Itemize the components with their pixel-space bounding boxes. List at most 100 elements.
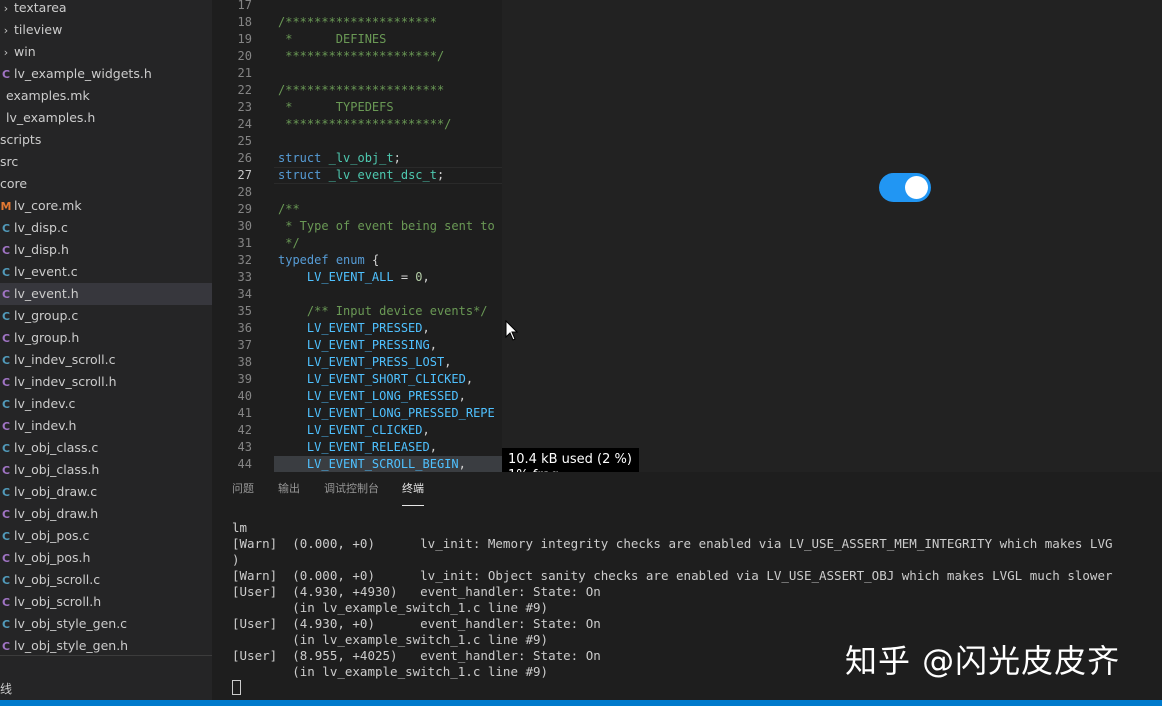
terminal-line: (in lv_example_switch_1.c line #9) [232,664,549,679]
explorer-item[interactable]: Clv_indev_scroll.c [0,349,212,371]
code-token: , [429,338,437,352]
code-line: 24 **********************/ [212,116,502,133]
code-token: LV_EVENT_SHORT_CLICKED [306,372,466,386]
code-text: /********************* [278,14,437,31]
explorer-item[interactable]: › textarea [0,0,212,19]
explorer-item[interactable]: Clv_obj_draw.h [0,503,212,525]
explorer-item[interactable]: core [0,173,212,195]
toggle-switch[interactable] [879,173,931,202]
c-file-icon: C [1,486,11,499]
tab-problems[interactable]: 问题 [232,472,254,506]
explorer-item[interactable]: lv_examples.h [0,107,212,129]
sidebar-divider [0,655,212,656]
explorer-item-label: lv_indev_scroll.h [14,374,117,389]
code-editor[interactable]: 17 18/********************* 19 * DEFINES 20… [212,0,502,472]
code-token: * Type of event being sent to [278,219,495,233]
explorer-item[interactable]: Clv_obj_pos.c [0,525,212,547]
code-token: , [429,440,437,454]
explorer-item[interactable]: Clv_obj_class.h [0,459,212,481]
explorer-item-label: src [0,154,19,169]
tab-output[interactable]: 输出 [278,472,300,506]
line-number: 38 [237,355,252,369]
explorer-item-label: lv_obj_draw.c [14,484,98,499]
header-file-icon: C [1,376,11,389]
lvgl-simulator-window[interactable]: 10.4 kB used (2 %) 1% frag. [502,0,1162,488]
explorer-item[interactable]: Mlv_core.mk [0,195,212,217]
code-line: 40 LV_EVENT_LONG_PRESSED, [212,388,502,405]
line-number: 26 [237,151,252,165]
terminal-line: [User] (8.955, +4025) event_handler: Sta… [232,648,601,663]
c-file-icon: C [1,266,11,279]
explorer-item[interactable]: Clv_obj_scroll.c [0,569,212,591]
code-line: 44 LV_EVENT_SCROLL_BEGIN, [212,456,502,472]
code-text: LV_EVENT_PRESSING, [278,337,437,354]
code-token: , [422,423,430,437]
explorer-item[interactable]: Clv_disp.c [0,217,212,239]
explorer-item[interactable]: Clv_disp.h [0,239,212,261]
header-file-icon: C [1,552,11,565]
code-text: LV_EVENT_LONG_PRESSED_REPE [278,405,495,422]
explorer-item-label: lv_obj_draw.h [14,506,99,521]
c-file-icon: C [1,354,11,367]
code-text: LV_EVENT_PRESS_LOST, [278,354,452,371]
explorer-item-label: lv_obj_pos.h [14,550,91,565]
explorer-item[interactable]: src [0,151,212,173]
explorer-item[interactable]: Clv_example_widgets.h [0,63,212,85]
explorer-item[interactable]: Clv_obj_draw.c [0,481,212,503]
code-token: /********************** [278,83,445,97]
code-text: struct _lv_obj_t; [278,150,401,167]
explorer-item[interactable]: Clv_obj_class.c [0,437,212,459]
code-token: LV_EVENT_PRESS_LOST [306,355,445,369]
code-token: /** [278,202,300,216]
explorer-item-label: lv_group.c [14,308,79,323]
terminal-line: [Warn] (0.000, +0) lv_init: Object sanit… [232,568,1113,583]
explorer-item[interactable]: Clv_event.c [0,261,212,283]
code-line: 32 typedef enum { [212,252,502,269]
explorer-item[interactable]: Clv_indev_scroll.h [0,371,212,393]
chevron-right-icon: › [3,46,9,59]
explorer-item-label: textarea [14,0,67,15]
code-token: , [422,321,430,335]
tab-debug-console[interactable]: 调试控制台 [324,472,379,506]
line-number: 29 [237,202,252,216]
header-file-icon: C [1,332,11,345]
explorer-item[interactable]: Clv_obj_pos.h [0,547,212,569]
code-token: enum [335,253,365,267]
explorer-item[interactable]: › tileview [0,19,212,41]
explorer-item-label: lv_disp.c [14,220,68,235]
explorer-item[interactable]: scripts [0,129,212,151]
explorer-item-label: examples.mk [6,88,90,103]
line-number: 31 [237,236,252,250]
header-file-icon: C [1,244,11,257]
explorer-item[interactable]: Clv_obj_style_gen.h [0,635,212,657]
code-text: struct _lv_event_dsc_t; [278,167,444,184]
c-file-icon: C [1,222,11,235]
line-number: 30 [237,219,252,233]
outline-section-header[interactable]: 线 [0,680,12,697]
explorer-item[interactable]: Clv_indev.c [0,393,212,415]
explorer-item[interactable]: Clv_obj_style_gen.c [0,613,212,635]
terminal-line: [User] (4.930, +4930) event_handler: Sta… [232,584,601,599]
header-file-icon: C [1,464,11,477]
explorer-item-label: lv_obj_style_gen.c [14,616,128,631]
explorer-item[interactable]: Clv_indev.h [0,415,212,437]
explorer-item-label: lv_indev.h [14,418,77,433]
switch-knob [905,176,928,199]
explorer-item[interactable]: Clv_event.h [0,283,212,305]
tab-terminal[interactable]: 终端 [402,472,424,506]
explorer-item-label: lv_event.c [14,264,78,279]
explorer-item[interactable]: › win [0,41,212,63]
line-number: 42 [237,423,252,437]
code-token: /** Input device events*/ [306,304,488,318]
code-token: *********************/ [278,49,445,63]
explorer-item[interactable]: Clv_group.c [0,305,212,327]
explorer-item[interactable]: Clv_group.h [0,327,212,349]
code-line: 33 LV_EVENT_ALL = 0, [212,269,502,286]
terminal-line: (in lv_example_switch_1.c line #9) [232,632,549,647]
explorer-item[interactable]: Clv_obj_scroll.h [0,591,212,613]
explorer-item[interactable]: examples.mk [0,85,212,107]
code-line: 29 /** [212,201,502,218]
